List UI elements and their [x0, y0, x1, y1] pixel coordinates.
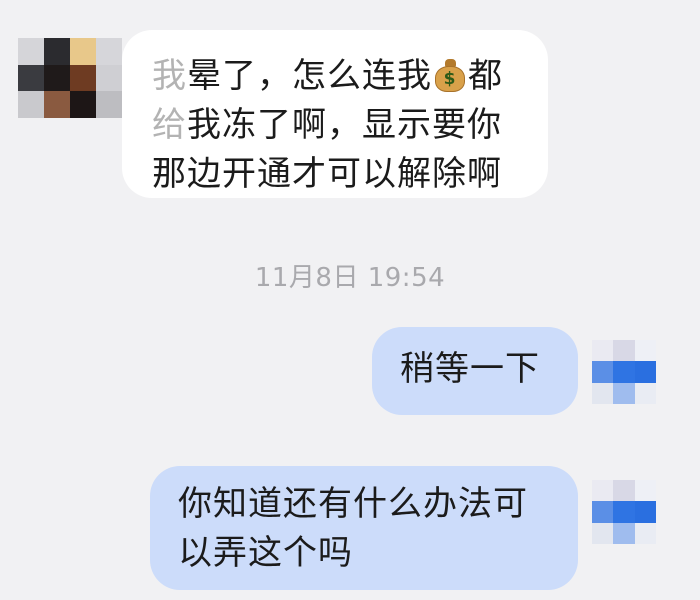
avatar-pixel [96, 64, 122, 92]
avatar-pixel [634, 382, 656, 404]
avatar-pixel [44, 91, 70, 118]
avatar-pixel [634, 361, 656, 383]
chat-view: 我晕了，怎么连我 $ 都 给我冻了啊，显示要你 那边开通才可以解除啊 11月8日 1… [0, 0, 700, 600]
avatar-pixel [96, 38, 122, 65]
user-avatar[interactable] [592, 480, 656, 544]
outgoing-message-bubble[interactable]: 稍等一下 [372, 327, 578, 415]
money-bag-icon: $ [434, 57, 466, 93]
avatar-pixel [634, 480, 656, 502]
message-line: 你知道还有什么办法可 [178, 484, 528, 524]
avatar-pixel [18, 91, 44, 118]
avatar-pixel [613, 340, 635, 362]
message-timestamp: 11月8日 19:54 [254, 263, 446, 293]
avatar-pixel [634, 522, 656, 544]
avatar-pixel [592, 361, 614, 383]
message-line: 那边开通才可以解除啊 [152, 154, 502, 194]
message-text: 晕了，怎么连我 [187, 56, 432, 96]
message-text: 都 [468, 56, 503, 96]
incoming-message-bubble[interactable]: 我晕了，怎么连我 $ 都 给我冻了啊，显示要你 那边开通才可以解除啊 [122, 30, 548, 198]
user-avatar[interactable] [592, 340, 656, 404]
avatar-pixel [18, 64, 44, 92]
message-line: 稍等一下 [400, 349, 540, 389]
avatar-pixel [634, 501, 656, 523]
avatar-pixel [70, 64, 96, 92]
avatar-pixel [96, 91, 122, 118]
avatar-pixel [613, 522, 635, 544]
avatar-pixel [592, 340, 614, 362]
avatar-pixel [592, 522, 614, 544]
avatar-pixel [634, 340, 656, 362]
avatar-pixel [613, 480, 635, 502]
avatar-pixel [613, 382, 635, 404]
faded-character: 给 [152, 105, 187, 145]
avatar-pixel [592, 382, 614, 404]
avatar-pixel [18, 38, 44, 65]
avatar-pixel [592, 501, 614, 523]
contact-avatar[interactable] [18, 38, 122, 118]
message-line: 以弄这个吗 [178, 533, 353, 573]
avatar-pixel [44, 38, 70, 65]
avatar-pixel [613, 361, 635, 383]
avatar-pixel [613, 501, 635, 523]
avatar-pixel [44, 64, 70, 92]
message-line: 我晕了，怎么连我 $ 都 [152, 52, 526, 101]
avatar-pixel [592, 480, 614, 502]
avatar-pixel [70, 38, 96, 65]
message-text: 我冻了啊，显示要你 [187, 105, 502, 145]
message-line: 给我冻了啊，显示要你 [152, 101, 526, 150]
outgoing-message-bubble[interactable]: 你知道还有什么办法可 以弄这个吗 [150, 466, 578, 590]
avatar-pixel [70, 91, 96, 118]
money-bag-symbol: $ [435, 66, 465, 92]
faded-character: 我 [152, 56, 187, 96]
